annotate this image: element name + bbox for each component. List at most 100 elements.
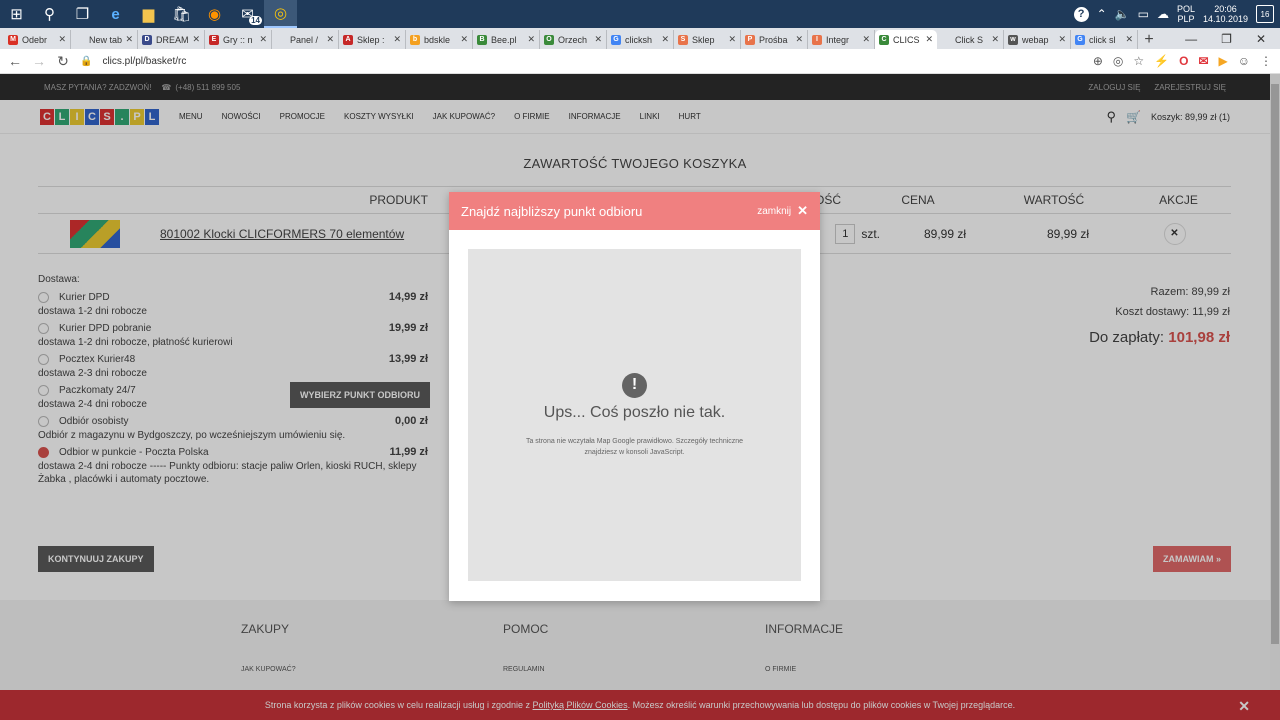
windows-start-icon[interactable]: ⊞ [0, 0, 33, 28]
firefox-icon[interactable]: ◉ [198, 0, 231, 28]
tab-close-icon[interactable]: ✕ [991, 34, 999, 45]
tab-favicon-icon: G [1075, 34, 1085, 45]
chrome-icon[interactable]: ◎ [264, 0, 297, 28]
volume-icon[interactable]: 🔈 [1115, 7, 1130, 21]
file-explorer-icon[interactable]: ▆ [132, 0, 165, 28]
close-window-icon[interactable]: ✕ [1256, 32, 1266, 46]
store-icon[interactable]: 🛍 [165, 0, 198, 28]
tab-close-icon[interactable]: ✕ [58, 34, 66, 45]
tab-close-icon[interactable]: ✕ [1058, 34, 1066, 45]
tab-title: Panel / [290, 34, 319, 45]
tab-close-icon[interactable]: ✕ [1125, 34, 1133, 45]
browser-tab[interactable]: w webap ✕ [1004, 30, 1071, 49]
tab-close-icon[interactable]: ✕ [326, 34, 334, 45]
minimize-icon[interactable]: — [1185, 32, 1197, 46]
star-icon[interactable]: ☆ [1133, 54, 1144, 68]
tab-favicon-icon: M [8, 34, 18, 45]
tab-favicon-icon [941, 34, 951, 45]
address-bar[interactable]: clics.pl/pl/basket/rc [102, 56, 1082, 67]
tab-title: bdskle [424, 34, 451, 45]
error-title: Ups... Coś poszło nie tak. [543, 403, 726, 421]
language-indicator[interactable]: POL PLP [1177, 4, 1195, 24]
tab-close-icon[interactable]: ✕ [259, 34, 267, 45]
secure-icon[interactable]: 🔒 [80, 56, 92, 67]
lens-icon[interactable]: ◎ [1113, 54, 1123, 68]
tab-title: webap [1022, 34, 1049, 45]
clock[interactable]: 20:06 14.10.2019 [1203, 4, 1248, 24]
profile-avatar-icon[interactable]: ☺ [1238, 54, 1250, 68]
tab-close-icon[interactable]: ✕ [527, 34, 535, 45]
tab-title: Gry :: n [223, 34, 253, 45]
browser-tab[interactable]: S Sklep ✕ [674, 30, 741, 49]
browser-tab[interactable]: Click S ✕ [937, 30, 1004, 49]
bolt-extension-icon[interactable]: ⚡ [1154, 54, 1169, 68]
browser-tab[interactable]: P Prośba ✕ [741, 30, 808, 49]
tab-favicon-icon: C [879, 34, 889, 45]
tab-close-icon[interactable]: ✕ [192, 34, 200, 45]
browser-tab[interactable]: Panel / ✕ [272, 30, 339, 49]
cloud-icon[interactable]: ☁ [1157, 7, 1169, 21]
tab-close-icon[interactable]: ✕ [862, 34, 870, 45]
tab-close-icon[interactable]: ✕ [594, 34, 602, 45]
browser-tab[interactable]: I Integr ✕ [808, 30, 875, 49]
extensions: ⊕ ◎ ☆ ⚡ O ✉ ▶ ☺ ⋮ [1093, 54, 1272, 68]
tab-close-icon[interactable]: ✕ [661, 34, 669, 45]
reload-icon[interactable]: ↻ [56, 53, 70, 70]
tab-title: click sl [1089, 34, 1116, 45]
opera-icon[interactable]: O [1179, 54, 1188, 68]
browser-tab[interactable]: A Sklep : ✕ [339, 30, 406, 49]
tab-title: Bee.pl [491, 34, 517, 45]
browser-tab[interactable]: C CLICS ✕ [875, 30, 937, 49]
chevron-up-icon[interactable]: ⌃ [1097, 7, 1107, 21]
browser-tab[interactable]: Gclick sl ✕ [1071, 30, 1138, 49]
close-icon: ✕ [797, 203, 808, 218]
network-icon[interactable]: ▭ [1138, 7, 1149, 21]
browser-tab[interactable]: b bdskle ✕ [406, 30, 473, 49]
tab-favicon-icon: S [678, 34, 688, 45]
browser-tab[interactable]: D DREAM ✕ [138, 30, 205, 49]
tab-title: Prośba [759, 34, 788, 45]
pickup-point-modal: Znajdź najbliższy punkt odbioru zamknij … [449, 192, 820, 601]
tab-close-icon[interactable]: ✕ [393, 34, 401, 45]
task-view-icon[interactable]: ❐ [66, 0, 99, 28]
system-tray: ? ⌃ 🔈 ▭ ☁ POL PLP 20:06 14.10.2019 16 [1073, 4, 1280, 24]
mail-badge: 14 [249, 16, 262, 25]
tab-favicon-icon: b [410, 34, 420, 45]
browser-tab[interactable]: B Bee.pl ✕ [473, 30, 540, 49]
modal-close-button[interactable]: zamknij ✕ [757, 203, 808, 219]
notification-center-icon[interactable]: 16 [1256, 5, 1274, 23]
forward-icon[interactable]: → [32, 53, 46, 69]
help-icon[interactable]: ? [1073, 6, 1089, 22]
gmail-extension-icon[interactable]: ✉ [1198, 54, 1208, 68]
location-icon[interactable]: ⊕ [1093, 54, 1103, 68]
tab-close-icon[interactable]: ✕ [460, 34, 468, 45]
browser-tab[interactable]: New tab ✕ [71, 30, 138, 49]
browser-tab[interactable]: E Gry :: n ✕ [205, 30, 272, 49]
edge-icon[interactable]: e [99, 0, 132, 28]
modal-title: Znajdź najbliższy punkt odbioru [461, 203, 643, 219]
tab-close-icon[interactable]: ✕ [795, 34, 803, 45]
play-extension-icon[interactable]: ▶ [1219, 54, 1228, 68]
tab-title: Sklep : [357, 34, 385, 45]
window-controls: — ❐ ✕ [1185, 32, 1280, 46]
browser-tab[interactable]: Gclicksh ✕ [607, 30, 674, 49]
tab-close-icon[interactable]: ✕ [925, 34, 933, 45]
browser-tab[interactable]: M Odebr ✕ [4, 30, 71, 49]
tab-favicon-icon: A [343, 34, 353, 45]
maximize-icon[interactable]: ❐ [1221, 32, 1232, 46]
search-icon[interactable]: ⚲ [33, 0, 66, 28]
windows-taskbar: ⊞ ⚲ ❐ e ▆ 🛍 ◉ ✉ 14 ◎ ? ⌃ 🔈 ▭ ☁ POL PLP 20… [0, 0, 1280, 28]
tab-favicon-icon: E [209, 34, 219, 45]
tab-list: M Odebr ✕ New tab ✕ D DREAM ✕ E Gry :: n ✕ Panel / ✕… [4, 30, 1138, 49]
menu-dots-icon[interactable]: ⋮ [1260, 54, 1272, 68]
new-tab-button[interactable]: + [1138, 31, 1160, 49]
tab-title: Orzech [558, 34, 588, 45]
mail-icon[interactable]: ✉ 14 [231, 0, 264, 28]
error-icon: ! [622, 372, 647, 398]
tab-favicon-icon: P [745, 34, 755, 45]
browser-tab[interactable]: O Orzech ✕ [540, 30, 607, 49]
back-icon[interactable]: ← [8, 53, 22, 69]
modal-header: Znajdź najbliższy punkt odbioru zamknij … [449, 192, 820, 230]
tab-close-icon[interactable]: ✕ [125, 34, 133, 45]
tab-close-icon[interactable]: ✕ [728, 34, 736, 45]
